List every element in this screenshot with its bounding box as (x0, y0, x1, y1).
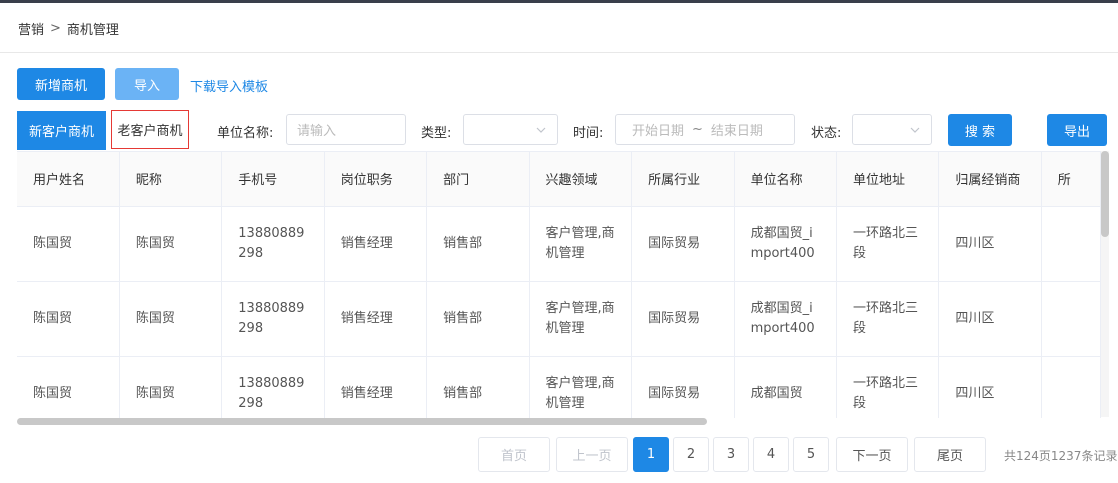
column-header: 单位地址 (836, 152, 940, 207)
table-cell: 陈国贸 (17, 281, 120, 357)
first-page-button[interactable]: 首页 (478, 437, 550, 472)
date-range-input[interactable]: 开始日期 ~ 结束日期 (615, 114, 795, 145)
export-button[interactable]: 导出 (1047, 114, 1107, 146)
type-label: 类型: (421, 126, 452, 141)
table-cell: 一环路北三段 (836, 206, 940, 282)
table-cell: 销售经理 (324, 281, 428, 357)
table-cell: 陈国贸 (119, 281, 223, 357)
next-page-button[interactable]: 下一页 (836, 437, 908, 472)
import-button[interactable]: 导入 (115, 68, 179, 100)
table-row[interactable]: 陈国贸 陈国贸 13880889298 销售经理 销售部 客户管理,商机管理 国… (17, 356, 1101, 418)
table-cell: 国际贸易 (631, 356, 735, 418)
column-header: 兴趣领域 (529, 152, 633, 207)
status-label: 状态: (811, 126, 842, 141)
table-cell (1041, 356, 1101, 418)
search-button[interactable]: 搜 索 (948, 114, 1012, 146)
page-button-3[interactable]: 3 (713, 437, 749, 472)
table-cell: 四川区 (938, 206, 1042, 282)
table-cell: 成都国贸 (734, 356, 837, 418)
table-cell: 四川区 (938, 281, 1042, 357)
chevron-down-icon (910, 127, 920, 133)
type-select[interactable] (463, 114, 558, 145)
table-row[interactable]: 陈国贸 陈国贸 13880889298 销售经理 销售部 客户管理,商机管理 国… (17, 281, 1101, 357)
prev-page-button[interactable]: 上一页 (556, 437, 628, 472)
table-cell: 陈国贸 (119, 206, 223, 282)
table-row[interactable]: 陈国贸 陈国贸 13880889298 销售经理 销售部 客户管理,商机管理 国… (17, 206, 1101, 282)
table-cell: 一环路北三段 (836, 281, 940, 357)
date-range-separator: ~ (692, 122, 703, 137)
column-header: 所属行业 (631, 152, 735, 207)
table-cell: 销售经理 (324, 356, 428, 418)
column-header: 岗位职务 (324, 152, 428, 207)
horizontal-scrollbar-thumb[interactable] (17, 418, 707, 425)
tab-new-customer[interactable]: 新客户商机 (17, 111, 106, 150)
column-header: 用户姓名 (17, 152, 120, 207)
table-cell: 客户管理,商机管理 (529, 281, 633, 357)
top-bar (0, 0, 1118, 3)
column-header: 归属经销商 (938, 152, 1042, 207)
column-header: 昵称 (119, 152, 223, 207)
vertical-scrollbar-thumb[interactable] (1101, 151, 1109, 237)
end-date-placeholder: 结束日期 (710, 124, 763, 139)
unit-name-input[interactable]: 请输入 (286, 114, 406, 145)
header-divider (0, 52, 1118, 53)
table-header-row: 用户姓名 昵称 手机号 岗位职务 部门 兴趣领域 所属行业 单位名称 单位地址 … (17, 152, 1101, 207)
breadcrumb: 营销 > 商机管理 (18, 19, 119, 38)
table-cell: 成都国贸_import400 (734, 281, 837, 357)
table-cell: 客户管理,商机管理 (529, 206, 633, 282)
download-template-link[interactable]: 下载导入模板 (190, 76, 268, 95)
table-cell: 陈国贸 (17, 356, 120, 418)
table-cell: 13880889298 (221, 206, 325, 282)
breadcrumb-parent[interactable]: 营销 (18, 19, 44, 38)
column-header: 手机号 (221, 152, 325, 207)
time-label: 时间: (573, 126, 604, 141)
table-cell: 客户管理,商机管理 (529, 356, 633, 418)
start-date-placeholder: 开始日期 (632, 124, 685, 139)
column-header: 单位名称 (734, 152, 837, 207)
page-button-1[interactable]: 1 (633, 437, 669, 472)
table-cell: 销售部 (426, 206, 530, 282)
table-cell: 国际贸易 (631, 281, 735, 357)
status-select[interactable] (852, 114, 932, 145)
page-button-5[interactable]: 5 (793, 437, 829, 472)
table-cell: 成都国贸_import400 (734, 206, 837, 282)
chevron-down-icon (536, 127, 546, 133)
table-cell (1041, 206, 1101, 282)
breadcrumb-current: 商机管理 (66, 23, 119, 38)
table-cell: 销售经理 (324, 206, 428, 282)
table-cell: 一环路北三段 (836, 356, 940, 418)
table-cell: 国际贸易 (631, 206, 735, 282)
column-header: 所 (1041, 152, 1101, 207)
add-opportunity-button[interactable]: 新增商机 (17, 68, 105, 100)
page-button-2[interactable]: 2 (673, 437, 709, 472)
table-cell: 13880889298 (221, 281, 325, 357)
table-cell (1041, 281, 1101, 357)
unit-name-label: 单位名称: (217, 126, 274, 141)
column-header: 部门 (426, 152, 530, 207)
table-cell: 销售部 (426, 281, 530, 357)
table-cell: 陈国贸 (17, 206, 120, 282)
table-cell: 四川区 (938, 356, 1042, 418)
opportunity-table: 用户姓名 昵称 手机号 岗位职务 部门 兴趣领域 所属行业 单位名称 单位地址 … (17, 151, 1101, 418)
breadcrumb-separator: > (50, 21, 61, 36)
page-button-4[interactable]: 4 (753, 437, 789, 472)
total-records-text: 共124页1237条记录 (1004, 449, 1118, 463)
last-page-button[interactable]: 尾页 (914, 437, 986, 472)
table-cell: 陈国贸 (119, 356, 223, 418)
table-cell: 13880889298 (221, 356, 325, 418)
tab-old-customer[interactable]: 老客户商机 (111, 110, 189, 149)
table-cell: 销售部 (426, 356, 530, 418)
